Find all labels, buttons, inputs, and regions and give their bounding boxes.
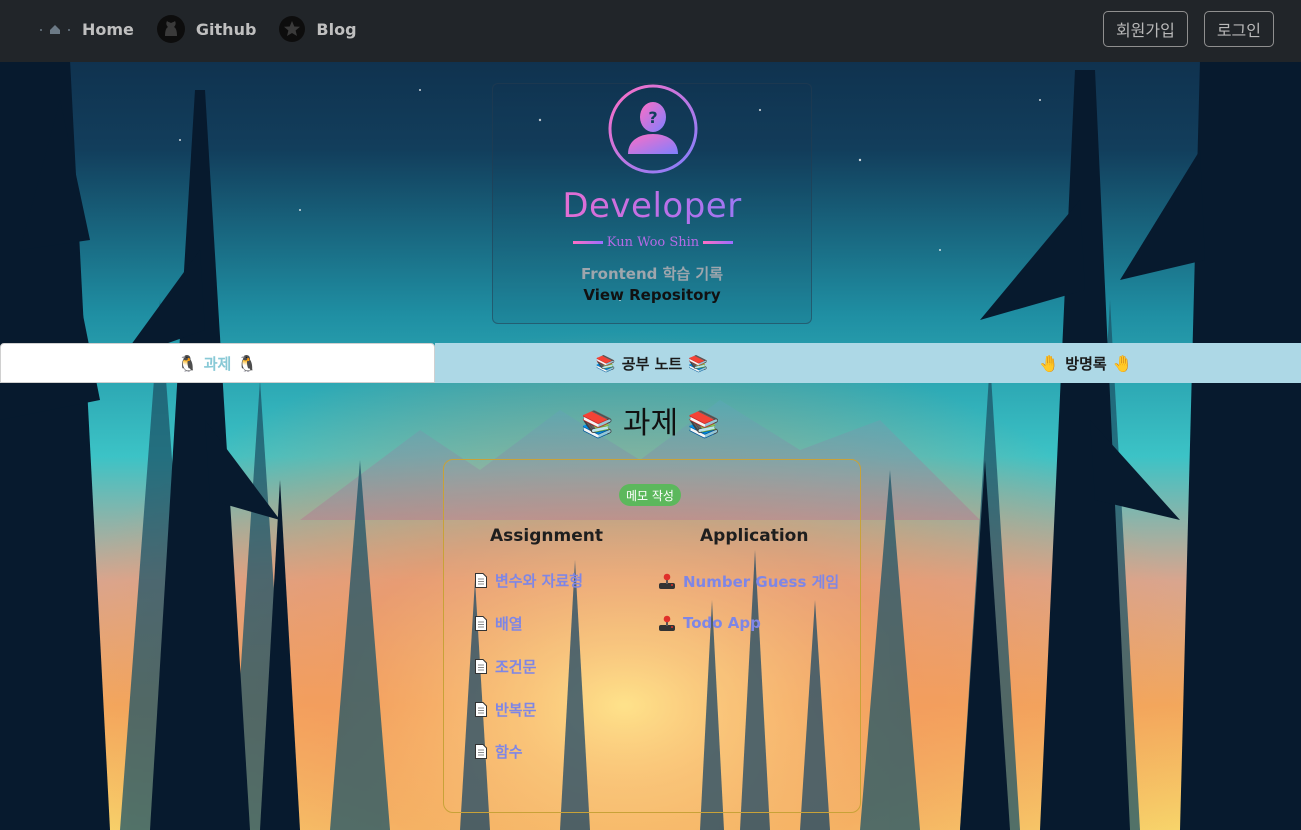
assignment-item[interactable]: 함수 bbox=[475, 741, 523, 762]
assignment-column-header: Assignment bbox=[490, 526, 603, 546]
star-icon bbox=[278, 15, 306, 43]
application-item-label: Todo App bbox=[683, 614, 761, 632]
assignment-item-label: 함수 bbox=[495, 743, 523, 761]
joystick-icon bbox=[659, 615, 675, 631]
books-icon: 📚 bbox=[687, 410, 721, 440]
books-icon: 📚 bbox=[595, 353, 616, 373]
books-icon: 📚 bbox=[580, 410, 614, 440]
profile-title: Developer bbox=[493, 186, 811, 226]
assignment-item[interactable]: 반복문 bbox=[475, 699, 536, 720]
tab-assignments[interactable]: 🐧 과제 🐧 bbox=[0, 343, 435, 383]
assignment-item-label: 배열 bbox=[495, 615, 523, 633]
application-item[interactable]: Number Guess 게임 bbox=[658, 571, 839, 592]
assignment-item[interactable]: 조건문 bbox=[475, 656, 536, 677]
login-button[interactable]: 로그인 bbox=[1203, 11, 1274, 47]
top-navbar: Home Github Blog 회원가입 로그인 bbox=[0, 0, 1301, 62]
nav-blog-label: Blog bbox=[316, 19, 357, 39]
penguin-icon: 🐧 bbox=[237, 353, 258, 373]
raised-hand-icon: 🤚 bbox=[1112, 353, 1133, 373]
divider bbox=[573, 240, 603, 244]
raised-hand-icon: 🤚 bbox=[1039, 353, 1060, 373]
document-icon bbox=[475, 573, 487, 588]
profile-name-row: Kun Woo Shin bbox=[573, 234, 733, 250]
auth-buttons: 회원가입 로그인 bbox=[1102, 11, 1274, 47]
github-icon bbox=[156, 14, 186, 44]
document-icon bbox=[475, 659, 487, 674]
profile-card: ? Developer Kun Woo Shin Frontend 학습 기록 … bbox=[492, 83, 812, 324]
signup-button[interactable]: 회원가입 bbox=[1102, 11, 1188, 47]
penguin-icon: 🐧 bbox=[177, 353, 198, 373]
document-icon bbox=[475, 616, 487, 631]
assignment-item-label: 조건문 bbox=[495, 658, 537, 676]
tab-bar: 🐧 과제 🐧 📚 공부 노트 📚 🤚 방명록 🤚 bbox=[0, 343, 1301, 383]
section-title: 과제 bbox=[622, 406, 679, 441]
tab-study-notes[interactable]: 📚 공부 노트 📚 bbox=[435, 343, 869, 383]
nav-github-label: Github bbox=[195, 19, 257, 39]
profile-name: Kun Woo Shin bbox=[606, 234, 700, 250]
application-column-header: Application bbox=[700, 526, 809, 546]
nav-links: Home Github Blog bbox=[38, 0, 379, 58]
application-item-label: Number Guess 게임 bbox=[683, 573, 840, 591]
write-memo-badge[interactable]: 메모 작성 bbox=[619, 484, 681, 506]
tab-assignments-label: 과제 bbox=[203, 354, 232, 373]
joystick-icon bbox=[659, 573, 675, 589]
nav-home-label: Home bbox=[82, 19, 134, 39]
svg-text:?: ? bbox=[648, 108, 657, 127]
tab-guestbook-label: 방명록 bbox=[1065, 354, 1107, 373]
document-icon bbox=[475, 702, 487, 717]
section-heading: 📚 과제 📚 bbox=[0, 398, 1301, 442]
assignment-item[interactable]: 변수와 자료형 bbox=[475, 570, 583, 591]
assignment-card: 메모 작성 Assignment Application 변수와 자료형 배열 … bbox=[443, 459, 861, 813]
nav-github-link[interactable]: Github bbox=[156, 14, 257, 44]
home-icon bbox=[38, 19, 72, 39]
document-icon bbox=[475, 744, 487, 759]
tab-study-notes-label: 공부 노트 bbox=[621, 354, 683, 373]
divider bbox=[702, 240, 733, 244]
view-repository-link[interactable]: View Repository bbox=[493, 286, 811, 304]
books-icon: 📚 bbox=[688, 353, 709, 373]
application-item[interactable]: Todo App bbox=[658, 614, 761, 632]
assignment-item-label: 반복문 bbox=[495, 701, 537, 719]
profile-description: Frontend 학습 기록 bbox=[580, 265, 724, 283]
assignment-item[interactable]: 배열 bbox=[475, 613, 523, 634]
nav-blog-link[interactable]: Blog bbox=[278, 15, 357, 43]
tab-guestbook[interactable]: 🤚 방명록 🤚 bbox=[869, 343, 1301, 383]
assignment-item-label: 변수와 자료형 bbox=[495, 572, 584, 590]
unknown-user-icon: ? bbox=[608, 84, 698, 174]
nav-home-link[interactable]: Home bbox=[38, 19, 134, 39]
